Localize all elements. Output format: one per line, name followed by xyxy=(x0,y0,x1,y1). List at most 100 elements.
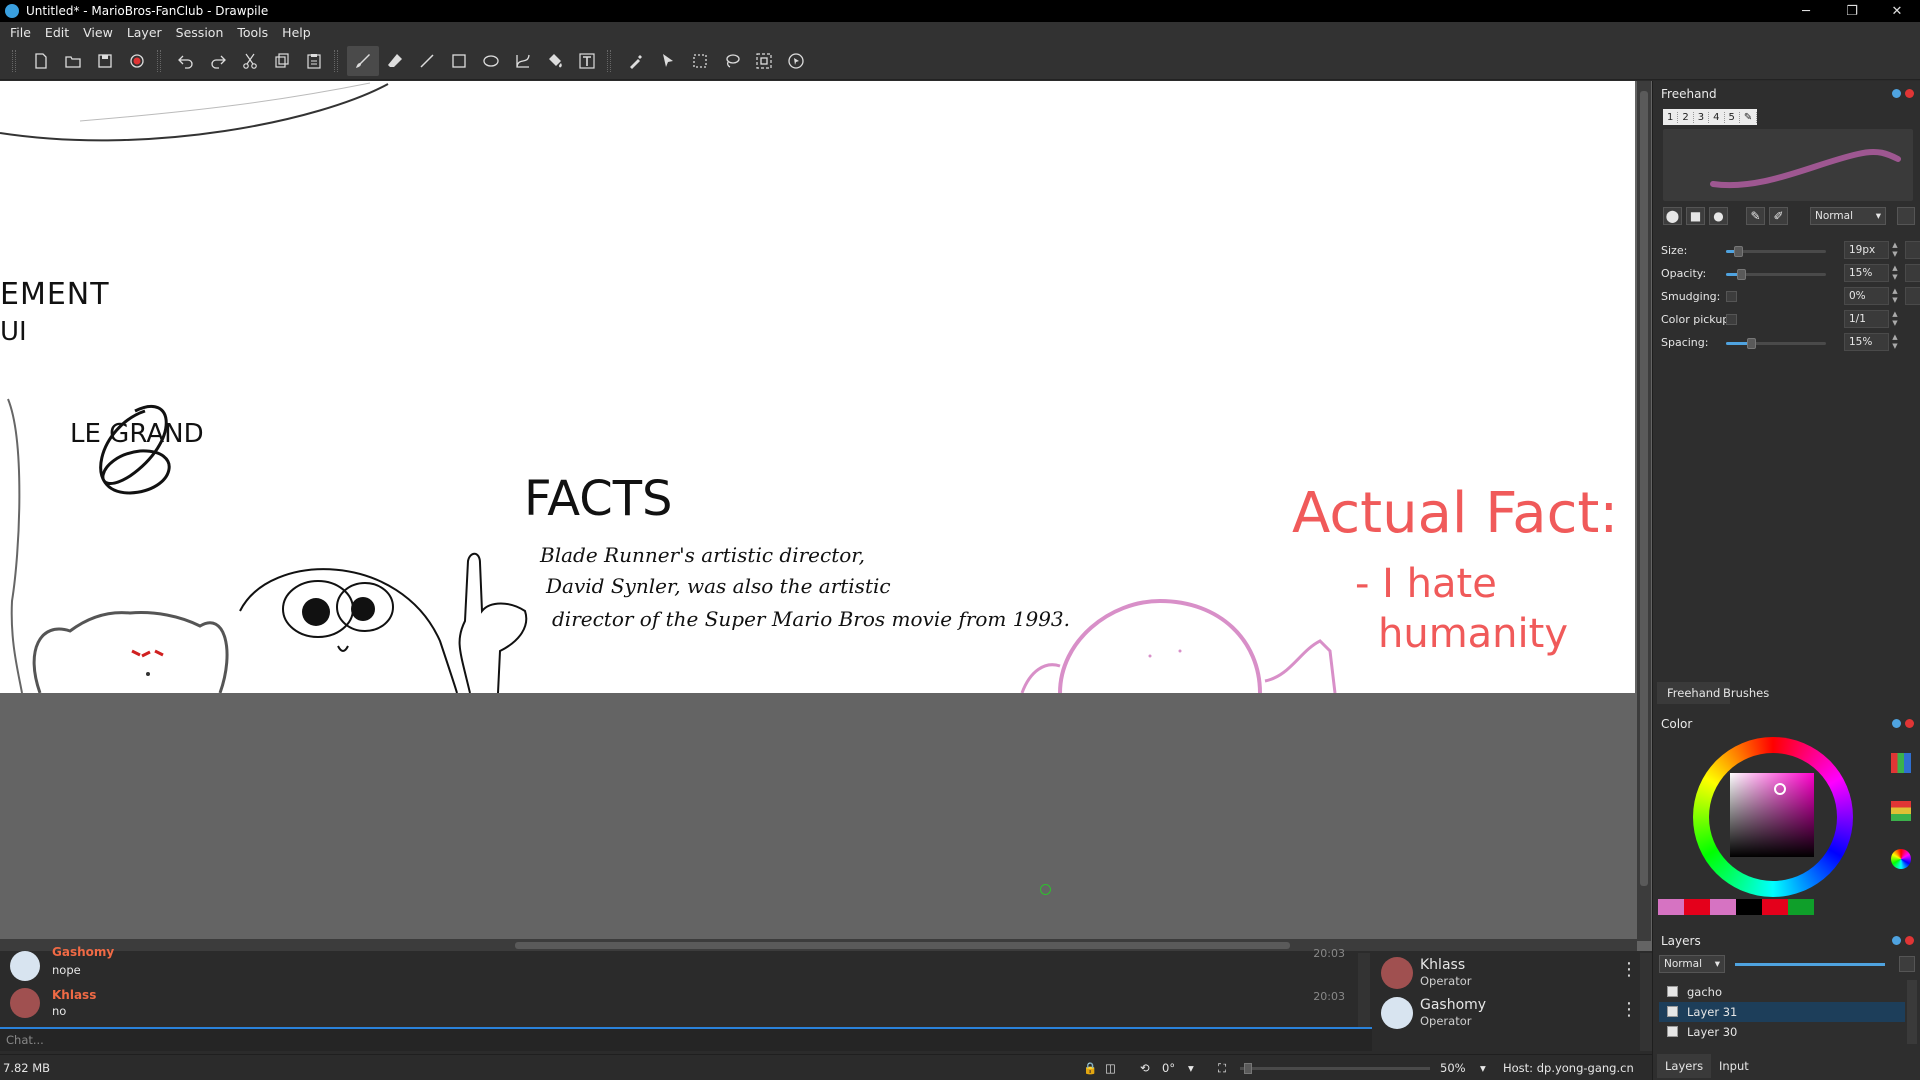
pressure-pen-icon[interactable] xyxy=(1905,241,1920,259)
toolbar-grip[interactable] xyxy=(12,50,16,72)
save-icon[interactable] xyxy=(89,46,121,76)
brush-icon[interactable] xyxy=(347,46,379,76)
spin-arrows-icon[interactable]: ▲ ▼ xyxy=(1890,241,1900,259)
lock-icon[interactable]: 🔒 xyxy=(1083,1061,1097,1075)
color-selector-knob[interactable] xyxy=(1774,783,1786,795)
menu-file[interactable]: File xyxy=(10,25,31,40)
spacing-slider-knob[interactable] xyxy=(1747,338,1756,349)
chat-scrollbar[interactable] xyxy=(1358,953,1370,1029)
user-item[interactable]: Khlass Operator ⋮ xyxy=(1375,953,1652,993)
preset-4[interactable]: 4 xyxy=(1709,111,1725,123)
preset-5[interactable]: 5 xyxy=(1725,111,1740,123)
preset-2[interactable]: 2 xyxy=(1678,111,1694,123)
pen-icon[interactable]: ✎ xyxy=(1746,207,1765,225)
layer-item[interactable]: Layer 30 xyxy=(1659,1022,1905,1042)
redo-icon[interactable] xyxy=(202,46,234,76)
swatch[interactable] xyxy=(1788,899,1814,915)
pressure-pen-icon[interactable] xyxy=(1905,264,1920,282)
menu-view[interactable]: View xyxy=(83,25,113,40)
cut-icon[interactable] xyxy=(234,46,266,76)
close-panel-icon[interactable] xyxy=(1905,936,1914,945)
layer-item[interactable]: Layer 31 xyxy=(1659,1002,1905,1022)
bezier-icon[interactable] xyxy=(507,46,539,76)
ellipse-icon[interactable] xyxy=(475,46,507,76)
blend-mode-select[interactable]: Normal ▾ xyxy=(1810,207,1886,225)
soft-tip-icon[interactable]: ● xyxy=(1709,207,1728,225)
size-value[interactable]: 19px xyxy=(1844,241,1889,259)
chat-input[interactable]: Chat... xyxy=(0,1027,1372,1051)
minimize-button[interactable]: ─ xyxy=(1783,0,1829,22)
text-icon[interactable] xyxy=(571,46,603,76)
layers-scrollbar[interactable] xyxy=(1907,980,1917,1044)
more-options-icon[interactable]: ⋮ xyxy=(1620,959,1638,980)
menu-session[interactable]: Session xyxy=(176,25,224,40)
select-rect-icon[interactable] xyxy=(684,46,716,76)
color-pickup-slider[interactable] xyxy=(1726,314,1737,325)
inspector-icon[interactable] xyxy=(780,46,812,76)
palette-grid-icon[interactable] xyxy=(1891,753,1911,773)
toolbar-grip[interactable] xyxy=(157,50,161,72)
tab-input[interactable]: Input xyxy=(1711,1054,1757,1078)
maximize-button[interactable]: ❐ xyxy=(1829,0,1875,22)
fit-view-icon[interactable]: ⛶ xyxy=(1218,1061,1226,1076)
zoom-slider[interactable] xyxy=(1240,1063,1430,1074)
swatch[interactable] xyxy=(1710,899,1736,915)
user-list-scrollbar[interactable] xyxy=(1640,953,1652,1051)
zoom-value[interactable]: 50% xyxy=(1440,1061,1466,1075)
spin-arrows-icon[interactable]: ▲ ▼ xyxy=(1890,333,1900,351)
canvas-vertical-scrollbar[interactable] xyxy=(1637,81,1651,941)
close-panel-icon[interactable] xyxy=(1905,89,1914,98)
smudging-value[interactable]: 0% xyxy=(1844,287,1889,305)
menu-edit[interactable]: Edit xyxy=(45,25,69,40)
open-icon[interactable] xyxy=(57,46,89,76)
size-slider[interactable] xyxy=(1726,246,1826,257)
spin-arrows-icon[interactable]: ▲ ▼ xyxy=(1890,264,1900,282)
menu-help[interactable]: Help xyxy=(282,25,311,40)
layer-opacity-slider[interactable] xyxy=(1735,963,1885,966)
spin-arrows-icon[interactable]: ▲ ▼ xyxy=(1890,287,1900,305)
eraser-preset-icon[interactable]: ✎ xyxy=(1740,111,1758,123)
layer-visibility-checkbox[interactable] xyxy=(1667,1006,1678,1017)
copy-icon[interactable] xyxy=(266,46,298,76)
close-panel-icon[interactable] xyxy=(1905,719,1914,728)
preset-1[interactable]: 1 xyxy=(1663,111,1679,123)
record-icon[interactable] xyxy=(121,46,153,76)
rotation-value[interactable]: 0° xyxy=(1162,1061,1175,1075)
line-icon[interactable] xyxy=(411,46,443,76)
pen-alt-icon[interactable]: ✐ xyxy=(1769,207,1788,225)
rotate-icon[interactable]: ⟲ xyxy=(1140,1061,1150,1075)
paste-icon[interactable] xyxy=(298,46,330,76)
opacity-value[interactable]: 15% xyxy=(1844,264,1889,282)
zoom-slider-knob[interactable] xyxy=(1244,1063,1252,1074)
swatch[interactable] xyxy=(1762,899,1788,915)
color-wheel[interactable] xyxy=(1693,737,1853,897)
eraser-icon[interactable] xyxy=(379,46,411,76)
spacing-value[interactable]: 15% xyxy=(1844,333,1889,351)
close-button[interactable]: ✕ xyxy=(1874,0,1920,22)
layer-blend-select[interactable]: Normal ▾ xyxy=(1659,955,1725,973)
wheel-view-icon[interactable] xyxy=(1891,849,1911,869)
more-options-icon[interactable]: ⋮ xyxy=(1620,999,1638,1020)
vertical-scroll-thumb[interactable] xyxy=(1640,91,1648,886)
toolbar-grip[interactable] xyxy=(607,50,611,72)
zoom-icon[interactable] xyxy=(748,46,780,76)
float-panel-icon[interactable] xyxy=(1892,89,1901,98)
slider-view-icon[interactable] xyxy=(1891,801,1911,821)
preset-3[interactable]: 3 xyxy=(1694,111,1710,123)
tab-brushes[interactable]: Brushes xyxy=(1713,682,1779,704)
opacity-slider-knob[interactable] xyxy=(1737,269,1746,280)
menu-layer[interactable]: Layer xyxy=(127,25,162,40)
swatch[interactable] xyxy=(1736,899,1762,915)
layer-visibility-checkbox[interactable] xyxy=(1667,986,1678,997)
eraser-mode-icon[interactable] xyxy=(1897,207,1915,225)
color-pickup-value[interactable]: 1/1 xyxy=(1844,310,1889,328)
rotation-dropdown-icon[interactable]: ▾ xyxy=(1188,1061,1194,1075)
lock-layer-icon[interactable] xyxy=(1899,956,1915,972)
laser-pointer-icon[interactable] xyxy=(652,46,684,76)
swatch[interactable] xyxy=(1684,899,1710,915)
layer-visibility-checkbox[interactable] xyxy=(1667,1026,1678,1037)
saturation-value-square[interactable] xyxy=(1730,773,1814,857)
menu-tools[interactable]: Tools xyxy=(237,25,268,40)
canvas-view[interactable]: EMENT UI LE GRAND FACTS Blade Runner's a… xyxy=(0,81,1652,951)
spin-arrows-icon[interactable]: ▲ ▼ xyxy=(1890,310,1900,328)
